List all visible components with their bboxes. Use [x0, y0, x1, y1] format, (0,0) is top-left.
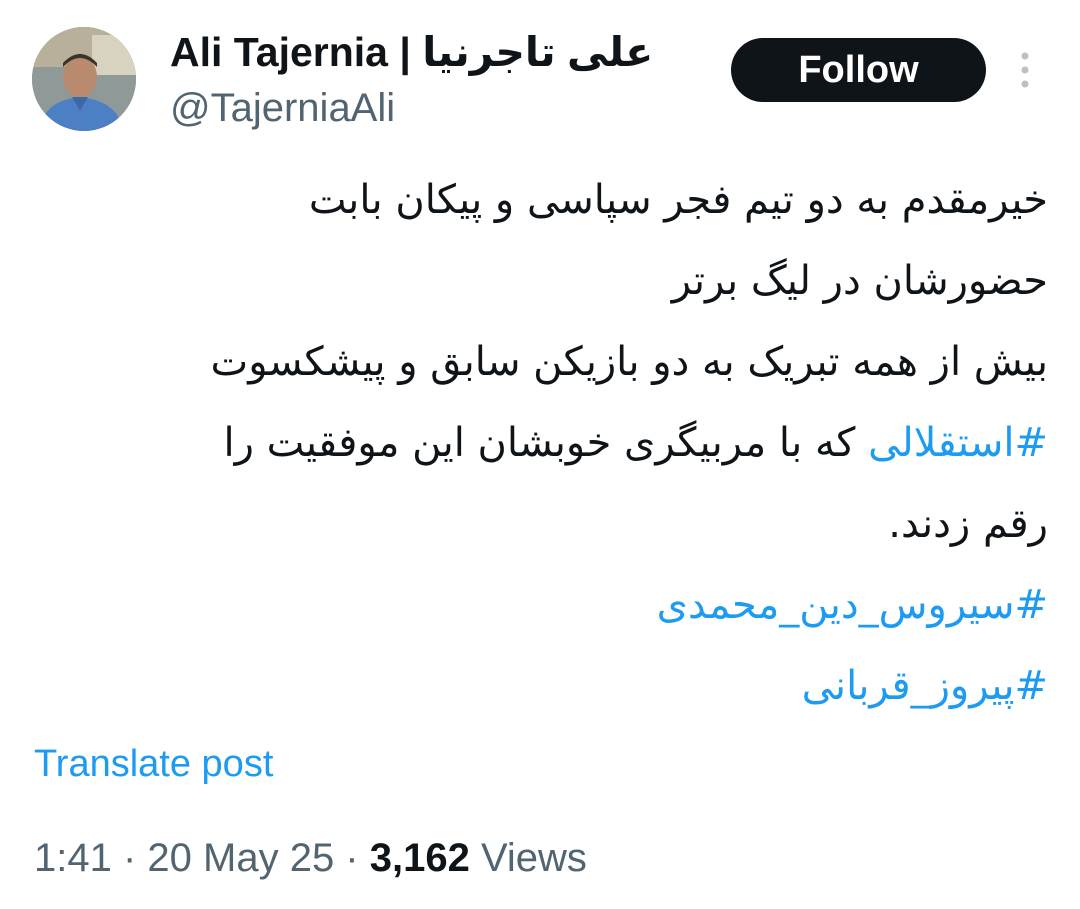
hashtag-link-cyrus[interactable]: #سیروس_دین_محمدی	[657, 582, 1048, 628]
tweet-meta: 1:41 · 20 May 25 · 3,162 Views	[34, 834, 587, 882]
follow-button[interactable]: Follow	[731, 38, 986, 102]
author-handle[interactable]: @TajerniaAli	[170, 84, 395, 132]
author-display-name-en: Ali Tajernia	[170, 29, 388, 75]
views-label: Views	[469, 836, 587, 880]
meta-dot: ·	[111, 836, 148, 880]
author-name-separator: |	[399, 29, 411, 75]
more-vertical-icon[interactable]	[1012, 50, 1038, 90]
tweet-date[interactable]: 20 May 25	[147, 836, 334, 880]
avatar[interactable]	[32, 27, 136, 131]
hashtag-link-esteghlali[interactable]: #استقلالی	[868, 420, 1048, 466]
tweet-time[interactable]: 1:41	[34, 836, 112, 880]
tweet-line-text: که با مربیگری خوبشان این موفقیت را	[223, 420, 869, 466]
person-photo-icon	[32, 27, 136, 131]
meta-dot: ·	[334, 836, 370, 880]
tweet-text: خیرمقدم به دو تیم فجر سپاسی و پیکان بابت…	[40, 160, 1048, 727]
tweet-line: #استقلالی که با مربیگری خوبشان این موفقی…	[40, 403, 1048, 484]
hashtag-link-pirooz[interactable]: #پیروز_قربانی	[802, 663, 1048, 709]
tweet-line: بیش از همه تبریک به دو بازیکن سابق و پیش…	[210, 339, 1048, 385]
tweet-line: #سیروس_دین_محمدی	[40, 565, 1048, 646]
tweet-line: خیرمقدم به دو تیم فجر سپاسی و پیکان بابت	[308, 177, 1048, 223]
author-name[interactable]: Ali Tajernia | علی تاجرنیا	[170, 28, 653, 76]
tweet-line: حضورشان در لیگ برتر	[671, 258, 1048, 304]
tweet-line: #پیروز_قربانی	[40, 646, 1048, 727]
views-count[interactable]: 3,162	[370, 836, 470, 880]
author-display-name-fa: علی تاجرنیا	[422, 29, 654, 75]
tweet-line: رقم زدند.	[888, 501, 1048, 547]
translate-post-link[interactable]: Translate post	[34, 740, 273, 788]
